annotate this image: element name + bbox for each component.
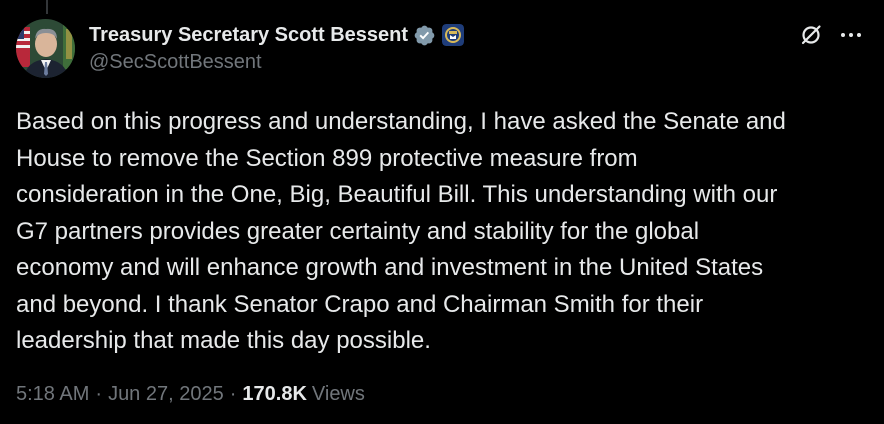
tweet-date: Jun 27, 2025 [108,383,224,405]
grok-icon[interactable] [798,22,824,48]
meta-separator: · [229,383,237,405]
views-count[interactable]: 170.8K [242,383,307,406]
treasury-seal-icon[interactable] [442,24,465,46]
verified-badge-icon[interactable] [413,24,436,47]
author-display-name[interactable]: Treasury Secretary Scott Bessent [89,24,408,47]
meta-separator: · [95,383,103,405]
author-name-row: Treasury Secretary Scott Bessent [89,21,864,49]
views-label: Views [311,383,365,405]
author-handle[interactable]: @SecScottBessent [89,51,864,74]
avatar[interactable] [16,19,75,78]
tweet-header: Treasury Secretary Scott Bessent @SecSco… [89,21,864,81]
tweet-metadata: 5:18 AM · Jun 27, 2025 · 170.8K Views [16,383,365,406]
tweet-timestamp[interactable]: 5:18 AM · Jun 27, 2025 [16,383,224,406]
more-options-icon[interactable] [838,22,864,48]
tweet-top-actions [798,22,864,48]
thread-connector-line [46,0,48,14]
tweet-body-text: Based on this progress and understanding… [16,108,786,354]
tweet-time: 5:18 AM [16,383,90,405]
